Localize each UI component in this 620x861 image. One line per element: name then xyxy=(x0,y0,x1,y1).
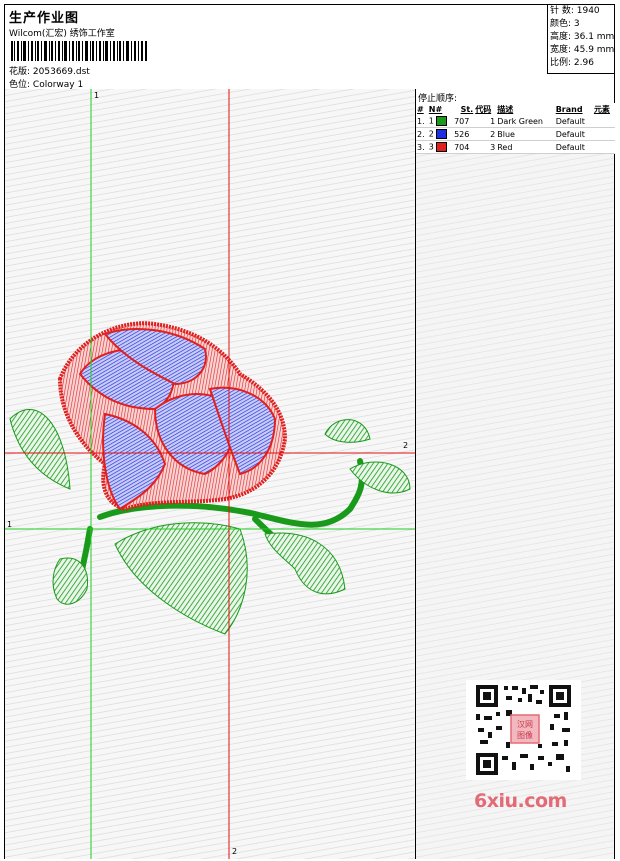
guide-label-h2: 2 xyxy=(403,441,409,450)
barcode-icon xyxy=(11,41,147,61)
row-code: 1 xyxy=(474,115,497,128)
col-brand: Brand xyxy=(555,104,583,114)
row-element xyxy=(592,127,615,141)
stat-colors: 颜色: 3 xyxy=(550,19,580,29)
row-index: 2. xyxy=(416,127,428,141)
stat-stitches: 针 数: 1940 xyxy=(550,6,600,16)
row-needle: 1 xyxy=(427,115,454,128)
col-code: 代码 xyxy=(475,104,492,114)
stat-scale: 比例: 2.96 xyxy=(550,58,594,68)
worksheet-header: 生产作业图 Wilcom(汇宏) 绣饰工作室 花版: 2053669.dst 色… xyxy=(5,5,615,90)
row-code: 3 xyxy=(474,140,497,154)
qr-badge-top: 汉网 xyxy=(517,720,533,729)
row-brand: Default xyxy=(554,127,593,141)
row-brand: Default xyxy=(554,140,593,154)
table-row: 3. 3 704 3 Red Default xyxy=(416,140,615,154)
row-description: Blue xyxy=(496,127,555,141)
qr-badge-bottom: 图像 xyxy=(517,730,533,740)
row-index: 1. xyxy=(416,115,428,128)
row-brand: Default xyxy=(554,115,593,128)
worksheet-title: 生产作业图 xyxy=(9,11,80,26)
stop-sequence-section: 停止顺序: # N# St. 代码 描述 Brand 元素 1. 1 707 1… xyxy=(416,89,615,154)
design-label: 花版: xyxy=(9,67,31,77)
row-description: Red xyxy=(496,140,555,154)
col-needle: N# xyxy=(428,104,443,114)
row-stitches: 704 xyxy=(453,140,475,154)
row-needle: 3 xyxy=(427,140,454,154)
guide-label-v2: 2 xyxy=(232,847,238,856)
embroidery-design xyxy=(5,89,415,859)
guide-label-v1: 1 xyxy=(94,91,100,100)
design-stats: 针 数: 1940 颜色: 3 高度: 36.1 mm 宽度: 45.9 mm … xyxy=(547,5,615,74)
row-index: 3. xyxy=(416,140,428,154)
table-row: 1. 1 707 1 Dark Green Default xyxy=(416,115,615,128)
row-description: Dark Green xyxy=(496,115,555,128)
design-file: 2053669.dst xyxy=(32,67,90,77)
row-stitches: 707 xyxy=(453,115,475,128)
embroidery-preview: 1 2 1 2 xyxy=(5,89,415,859)
color-swatch-icon xyxy=(436,142,448,152)
stop-sequence-table: # N# St. 代码 描述 Brand 元素 1. 1 707 1 Dark … xyxy=(416,103,615,154)
col-element: 元素 xyxy=(593,104,610,114)
company-name: Wilcom(汇宏) 绣饰工作室 xyxy=(9,29,115,39)
qr-code-icon: 汉网 图像 xyxy=(466,680,581,780)
row-stitches: 526 xyxy=(453,127,475,141)
site-watermark: 6xiu.com xyxy=(474,790,567,812)
row-code: 2 xyxy=(474,127,497,141)
color-swatch-icon xyxy=(436,129,448,139)
col-index: # xyxy=(417,104,424,114)
stat-height: 高度: 36.1 mm xyxy=(550,32,615,42)
row-element xyxy=(592,140,615,154)
col-description: 描述 xyxy=(497,104,514,114)
color-swatch-icon xyxy=(436,116,448,126)
row-needle: 2 xyxy=(427,127,454,141)
table-row: 2. 2 526 2 Blue Default xyxy=(416,127,615,141)
stop-table-header: # N# St. 代码 描述 Brand 元素 xyxy=(416,103,615,115)
stop-sequence-title: 停止顺序: xyxy=(418,94,458,104)
stat-width: 宽度: 45.9 mm xyxy=(550,45,615,55)
row-element xyxy=(592,115,615,128)
col-stitches: St. xyxy=(460,104,474,114)
design-file-line: 花版: 2053669.dst xyxy=(9,64,90,77)
guide-label-h1: 1 xyxy=(7,520,13,529)
